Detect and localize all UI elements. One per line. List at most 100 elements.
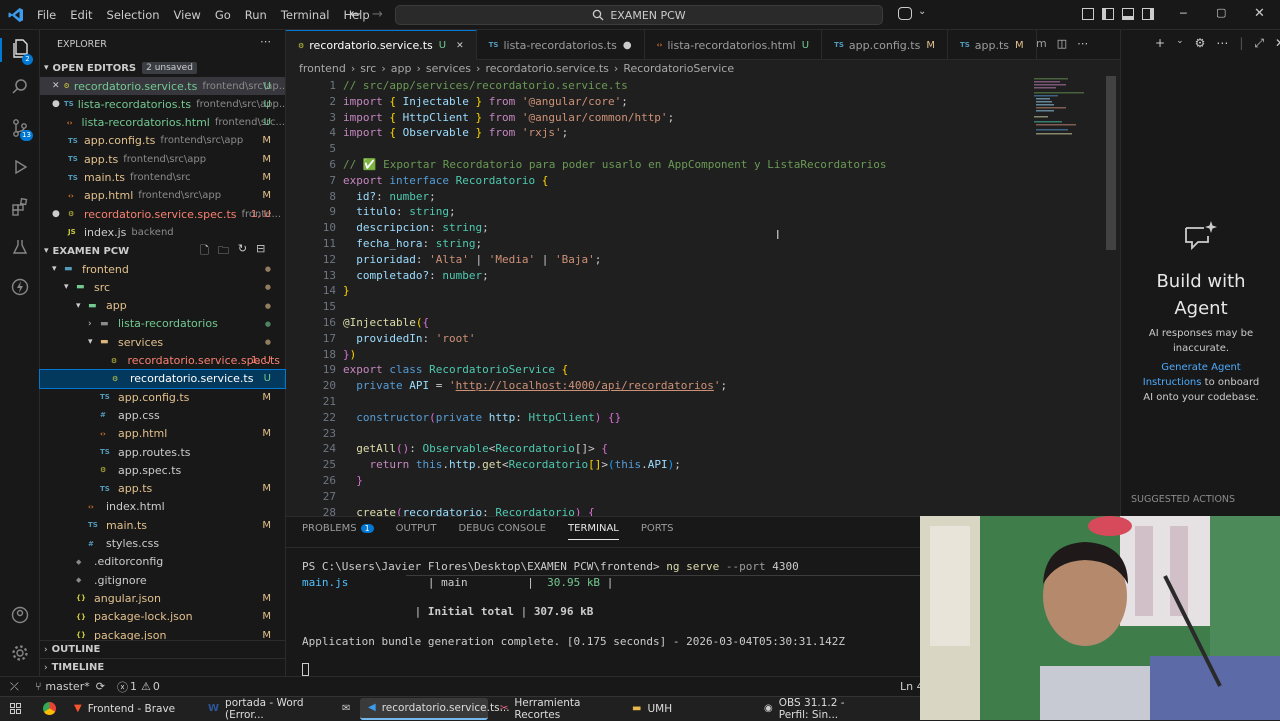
remote-lightning-icon[interactable] bbox=[8, 278, 32, 302]
tree-item[interactable]: ⚙ recordatorio.service.spec.ts 1, U bbox=[40, 352, 285, 370]
tree-item[interactable]: ▾ ▬ services ● bbox=[40, 333, 285, 351]
maximize-button[interactable]: ▢ bbox=[1216, 6, 1226, 19]
windows-start-icon[interactable] bbox=[10, 703, 21, 714]
warning-icon[interactable]: ⚠ bbox=[141, 680, 151, 693]
open-editor-item[interactable]: TS app.ts frontend\src\app M bbox=[40, 150, 285, 168]
close-tab-icon[interactable]: ✕ bbox=[456, 41, 464, 51]
breadcrumb-item[interactable]: frontend bbox=[299, 62, 346, 75]
tree-item[interactable]: › ▬ lista-recordatorios ● bbox=[40, 315, 285, 333]
open-editor-item[interactable]: ● TS lista-recordatorios.ts frontend\src\ap… bbox=[40, 95, 285, 113]
tree-item[interactable]: ▾ ▬ frontend ● bbox=[40, 260, 285, 278]
open-editor-item[interactable]: ‹› app.html frontend\src\app M bbox=[40, 187, 285, 205]
menu-edit[interactable]: Edit bbox=[63, 8, 99, 22]
code-line[interactable]: providedIn: 'root' bbox=[343, 331, 475, 347]
code-line[interactable]: create(recordatorio: Recordatorio) { bbox=[343, 505, 594, 516]
tree-item[interactable]: TS app.config.ts M bbox=[40, 388, 285, 406]
tab-status[interactable]: U bbox=[439, 40, 446, 51]
breadcrumb-item[interactable]: services bbox=[426, 62, 471, 75]
tab-status[interactable]: ● bbox=[623, 40, 632, 51]
code-line[interactable]: private API = 'http://localhost:4000/api… bbox=[343, 378, 727, 394]
code-line[interactable]: import { Observable } from 'rxjs'; bbox=[343, 125, 568, 141]
customize-layout-icon[interactable] bbox=[1082, 8, 1094, 20]
panel-tab-debug-console[interactable]: DEBUG CONSOLE bbox=[458, 523, 546, 540]
tree-item[interactable]: # styles.css bbox=[40, 535, 285, 553]
menu-selection[interactable]: Selection bbox=[100, 8, 167, 22]
warning-count[interactable]: 0 bbox=[153, 680, 160, 693]
menu-view[interactable]: View bbox=[167, 8, 208, 22]
new-chat-plus-icon[interactable]: + bbox=[1155, 36, 1165, 51]
taskbar-app[interactable]: ◀ recordatorio.service.ts... bbox=[360, 697, 510, 720]
close-window-button[interactable]: ✕ bbox=[1254, 6, 1265, 21]
settings-gear-icon[interactable]: ⚙ bbox=[1195, 36, 1206, 51]
panel-tab-problems[interactable]: PROBLEMS 1 bbox=[302, 523, 374, 540]
tree-item[interactable]: # app.css bbox=[40, 406, 285, 424]
code-editor[interactable]: 1 // src/app/services/recordatorio.servic… bbox=[286, 76, 1120, 516]
forward-arrow-icon[interactable]: → bbox=[372, 7, 383, 22]
open-editor-item[interactable]: ● ⚙ recordatorio.service.spec.ts fronte... 1… bbox=[40, 205, 285, 223]
code-line[interactable]: return this.http.get<Recordatorio[]>(thi… bbox=[343, 457, 681, 473]
tree-item[interactable]: {} package-lock.json M bbox=[40, 608, 285, 626]
editor-scrollbar[interactable] bbox=[1106, 76, 1116, 250]
code-line[interactable]: // ✅ Exportar Recordatorio para poder us… bbox=[343, 157, 887, 173]
test-flask-icon[interactable] bbox=[8, 238, 32, 262]
tree-item[interactable]: ◆ .editorconfig bbox=[40, 553, 285, 571]
minimap[interactable] bbox=[1032, 76, 1088, 136]
code-line[interactable]: getAll(): Observable<Recordatorio[]> { bbox=[343, 441, 608, 457]
command-center-search[interactable]: EXAMEN PCW bbox=[395, 5, 883, 25]
open-editor-item[interactable]: JS index.js backend bbox=[40, 223, 285, 241]
git-branch-icon[interactable]: ⑂ bbox=[35, 680, 42, 693]
tree-item[interactable]: ◆ .gitignore bbox=[40, 571, 285, 589]
tree-item[interactable]: ‹› app.html M bbox=[40, 425, 285, 443]
code-line[interactable]: }) bbox=[343, 347, 356, 363]
code-line[interactable]: id?: number; bbox=[343, 189, 436, 205]
code-line[interactable]: export class RecordatorioService { bbox=[343, 362, 568, 378]
open-editors-header[interactable]: ▾ OPEN EDITORS 2 unsaved bbox=[40, 59, 285, 77]
editor-tab[interactable]: TS app.ts M bbox=[948, 30, 1037, 60]
extensions-icon[interactable] bbox=[8, 197, 32, 222]
outline-section-header[interactable]: › OUTLINE bbox=[40, 640, 285, 658]
more-actions-icon[interactable]: ⋯ bbox=[260, 35, 271, 48]
taskbar-app[interactable]: ◉ OBS 31.1.2 - Perfil: Sin... bbox=[756, 697, 884, 721]
code-line[interactable]: @Injectable({ bbox=[343, 315, 429, 331]
explorer-icon[interactable] bbox=[0, 38, 40, 62]
new-file-icon[interactable]: 🗋 bbox=[200, 242, 209, 260]
menu-go[interactable]: Go bbox=[208, 8, 238, 22]
unsaved-dot-icon[interactable]: ● bbox=[52, 209, 64, 219]
collapse-all-icon[interactable]: ⊟ bbox=[256, 242, 265, 260]
taskbar-app[interactable]: ▼ Frontend - Brave bbox=[66, 698, 196, 720]
search-icon[interactable] bbox=[8, 78, 32, 102]
breadcrumb-item[interactable]: RecordatorioService bbox=[623, 62, 734, 75]
code-line[interactable]: prioridad: 'Alta' | 'Media' | 'Baja'; bbox=[343, 252, 601, 268]
taskbar-app[interactable]: Wportada - Word (Error... bbox=[200, 697, 330, 721]
tree-item[interactable]: TS app.ts M bbox=[40, 480, 285, 498]
breadcrumb-item[interactable]: app bbox=[391, 62, 412, 75]
breadcrumb-item[interactable]: recordatorio.service.ts bbox=[485, 62, 608, 75]
split-editor-icon[interactable]: ◫ bbox=[1057, 37, 1067, 50]
code-line[interactable]: fecha_hora: string; bbox=[343, 236, 482, 252]
remote-icon[interactable]: ⤫ bbox=[10, 680, 19, 694]
minimize-button[interactable]: ─ bbox=[1180, 7, 1187, 20]
refresh-icon[interactable]: ↻ bbox=[238, 242, 247, 260]
editor-tab[interactable]: TS lista-recordatorios.ts ● bbox=[477, 30, 645, 60]
open-editor-item[interactable]: ‹› lista-recordatorios.html frontend\src..… bbox=[40, 114, 285, 132]
code-line[interactable]: constructor(private http: HttpClient) {} bbox=[343, 410, 621, 426]
workspace-folder-header[interactable]: ▾ EXAMEN PCW 🗋 🗀 ↻ ⊟ bbox=[40, 242, 285, 260]
open-editor-item[interactable]: TS main.ts frontend\src M bbox=[40, 169, 285, 187]
taskbar-app[interactable]: ✉ bbox=[334, 698, 356, 720]
settings-gear-icon[interactable] bbox=[8, 644, 32, 668]
taskbar-app[interactable]: ✂ Herramienta Recortes bbox=[492, 697, 620, 721]
tab-status[interactable]: M bbox=[926, 40, 935, 51]
open-editor-item[interactable]: ✕ ⚙ recordatorio.service.ts frontend\src\ap… bbox=[40, 77, 285, 95]
copilot-icon[interactable] bbox=[898, 7, 912, 20]
chevron-down-icon[interactable]: ⌄ bbox=[918, 6, 926, 17]
menu-run[interactable]: Run bbox=[238, 8, 274, 22]
open-editor-item[interactable]: TS app.config.ts frontend\src\app M bbox=[40, 132, 285, 150]
close-panel-icon[interactable]: ✕ bbox=[1275, 36, 1280, 51]
editor-tab[interactable]: ‹› lista-recordatorios.html U bbox=[645, 30, 823, 60]
tree-item[interactable]: TS main.ts M bbox=[40, 516, 285, 534]
toggle-panel-icon[interactable] bbox=[1122, 8, 1134, 20]
taskbar-app[interactable]: ▬ UMH bbox=[624, 698, 752, 720]
close-icon[interactable]: ✕ bbox=[52, 81, 60, 91]
editor-tab[interactable]: TS app.config.ts M bbox=[822, 30, 948, 60]
code-line[interactable]: import { Injectable } from '@angular/cor… bbox=[343, 94, 628, 110]
